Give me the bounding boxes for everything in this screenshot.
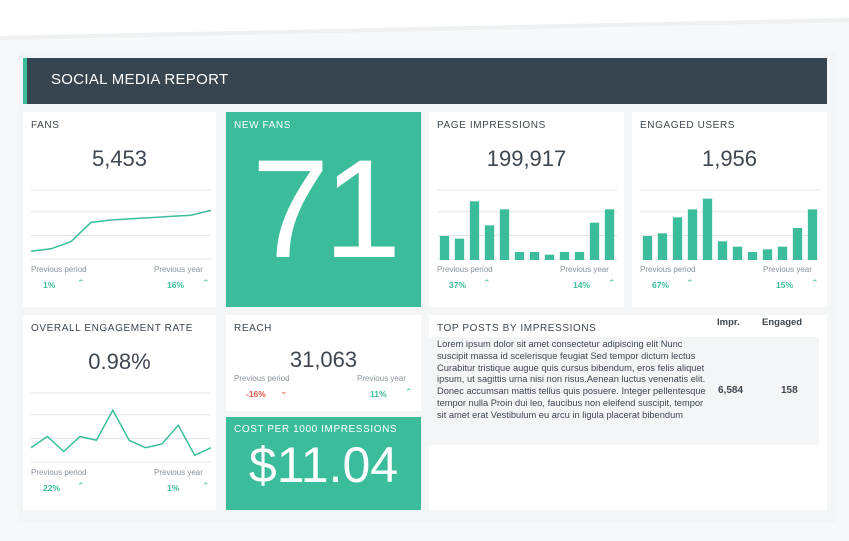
cost-per-1000-value: $11.04 [248,437,399,493]
bar-9 [574,252,585,260]
bar-10 [792,228,803,260]
reach-panel: REACH 31,063 Previous period Previous ye… [226,315,421,411]
page-impressions-prev-value: 37% [449,280,467,290]
engaged-users-panel: ENGAGED USERS 1,956 Previous period Prev… [632,112,827,307]
engagement-rate-panel: OVERALL ENGAGEMENT RATE 0.98% Previous p… [23,315,216,510]
page-impressions-year-up-arrow-icon: ⌃ [608,278,616,288]
fans-line-chart [31,189,211,260]
page-impressions-value: 199,917 [486,146,567,171]
page-impressions-year-label: Previous year [560,265,609,274]
reach-prev-label: Previous period [234,374,290,383]
engaged-users-year-label: Previous year [763,265,812,274]
bar-8 [762,249,773,260]
page-impressions-panel: PAGE IMPRESSIONS 199,917 Previous period… [429,112,624,307]
reach-year-label: Previous year [357,374,406,383]
engaged-users-bar-chart [640,189,820,260]
engagement-rate-year-value: 1% [167,483,180,493]
bar-4 [499,209,510,260]
top-posts-panel: TOP POSTS BY IMPRESSIONS Impr. Engaged L… [429,315,827,510]
table-row: Lorem ipsum dolor sit amet consectetur a… [429,337,819,445]
bar-9 [777,246,788,260]
page-impressions-prev-label: Previous period [437,265,493,274]
bar-6 [732,246,743,260]
reach-year-value: 11% [370,389,387,399]
engaged-users-prev-value: 67% [652,280,670,290]
series-line [31,209,211,252]
reach-label: REACH [234,323,273,334]
post-engaged: 158 [781,385,798,396]
bar-10 [589,222,600,260]
fans-prev-up-arrow-icon: ⌃ [77,278,85,288]
fans-label: FANS [31,120,60,131]
engaged-users-year-value: 15% [776,280,794,290]
engaged-users-year-up-arrow-icon: ⌃ [811,278,819,288]
engagement-rate-prev-up-arrow-icon: ⌃ [77,481,85,491]
post-text: Lorem ipsum dolor sit amet consectetur a… [437,339,706,420]
post-impressions: 6,584 [718,385,744,396]
bar-2 [672,217,683,260]
bar-0 [642,236,653,260]
bar-8 [559,252,570,260]
engagement-rate-prev-label: Previous period [31,468,87,477]
reach-year-up-arrow-icon: ⌃ [405,387,413,397]
impressions-column-header: Impr. [717,317,740,328]
reach-value: 31,063 [289,347,358,372]
engaged-users-prev-label: Previous period [640,265,696,274]
bar-3 [484,225,495,260]
engagement-rate-prev-value: 22% [43,483,61,493]
fans-panel: FANS 5,453 Previous period Previous year… [23,112,216,307]
engagement-rate-value: 0.98% [88,349,151,374]
fans-prev-value: 1% [43,280,56,290]
engagement-rate-line-chart [31,392,211,463]
engaged-users-value: 1,956 [701,146,758,171]
bar-5 [717,241,728,260]
page-impressions-prev-up-arrow-icon: ⌃ [483,278,491,288]
report-title: SOCIAL MEDIA REPORT [51,71,229,88]
bar-11 [807,209,818,260]
engaged-users-prev-up-arrow-icon: ⌃ [686,278,694,288]
bar-4 [702,198,713,260]
fans-value: 5,453 [91,146,148,171]
cost-per-1000-panel: COST PER 1000 IMPRESSIONS $11.04 [226,417,421,510]
engaged-users-label: ENGAGED USERS [640,120,736,131]
bar-1 [657,233,668,260]
cost-per-1000-label: COST PER 1000 IMPRESSIONS [234,424,398,435]
reach-prev-value: -16% [246,389,266,399]
engagement-rate-year-label: Previous year [154,468,203,477]
fans-year-value: 16% [167,280,185,290]
report-header: SOCIAL MEDIA REPORT [23,58,827,104]
page-impressions-label: PAGE IMPRESSIONS [437,120,546,131]
bar-2 [469,201,480,260]
bar-1 [454,238,465,260]
reach-prev-down-arrow-icon: ⌄ [280,386,288,396]
bar-7 [544,254,555,260]
fans-prev-label: Previous period [31,265,87,274]
fans-year-label: Previous year [154,265,203,274]
series-line [31,408,211,457]
page-impressions-bar-chart [437,189,617,260]
bar-3 [687,209,698,260]
bar-5 [514,252,525,260]
new-fans-panel: NEW FANS 71 [226,112,421,307]
page-impressions-year-value: 14% [573,280,591,290]
bar-7 [747,252,758,260]
bar-0 [439,236,450,260]
bar-11 [604,209,615,260]
fans-year-up-arrow-icon: ⌃ [202,278,210,288]
new-fans-value: 71 [251,130,402,287]
engaged-column-header: Engaged [762,317,803,328]
engagement-rate-year-up-arrow-icon: ⌃ [202,481,210,491]
top-posts-label: TOP POSTS BY IMPRESSIONS [437,323,597,334]
engagement-rate-label: OVERALL ENGAGEMENT RATE [31,323,193,334]
bar-6 [529,252,540,260]
